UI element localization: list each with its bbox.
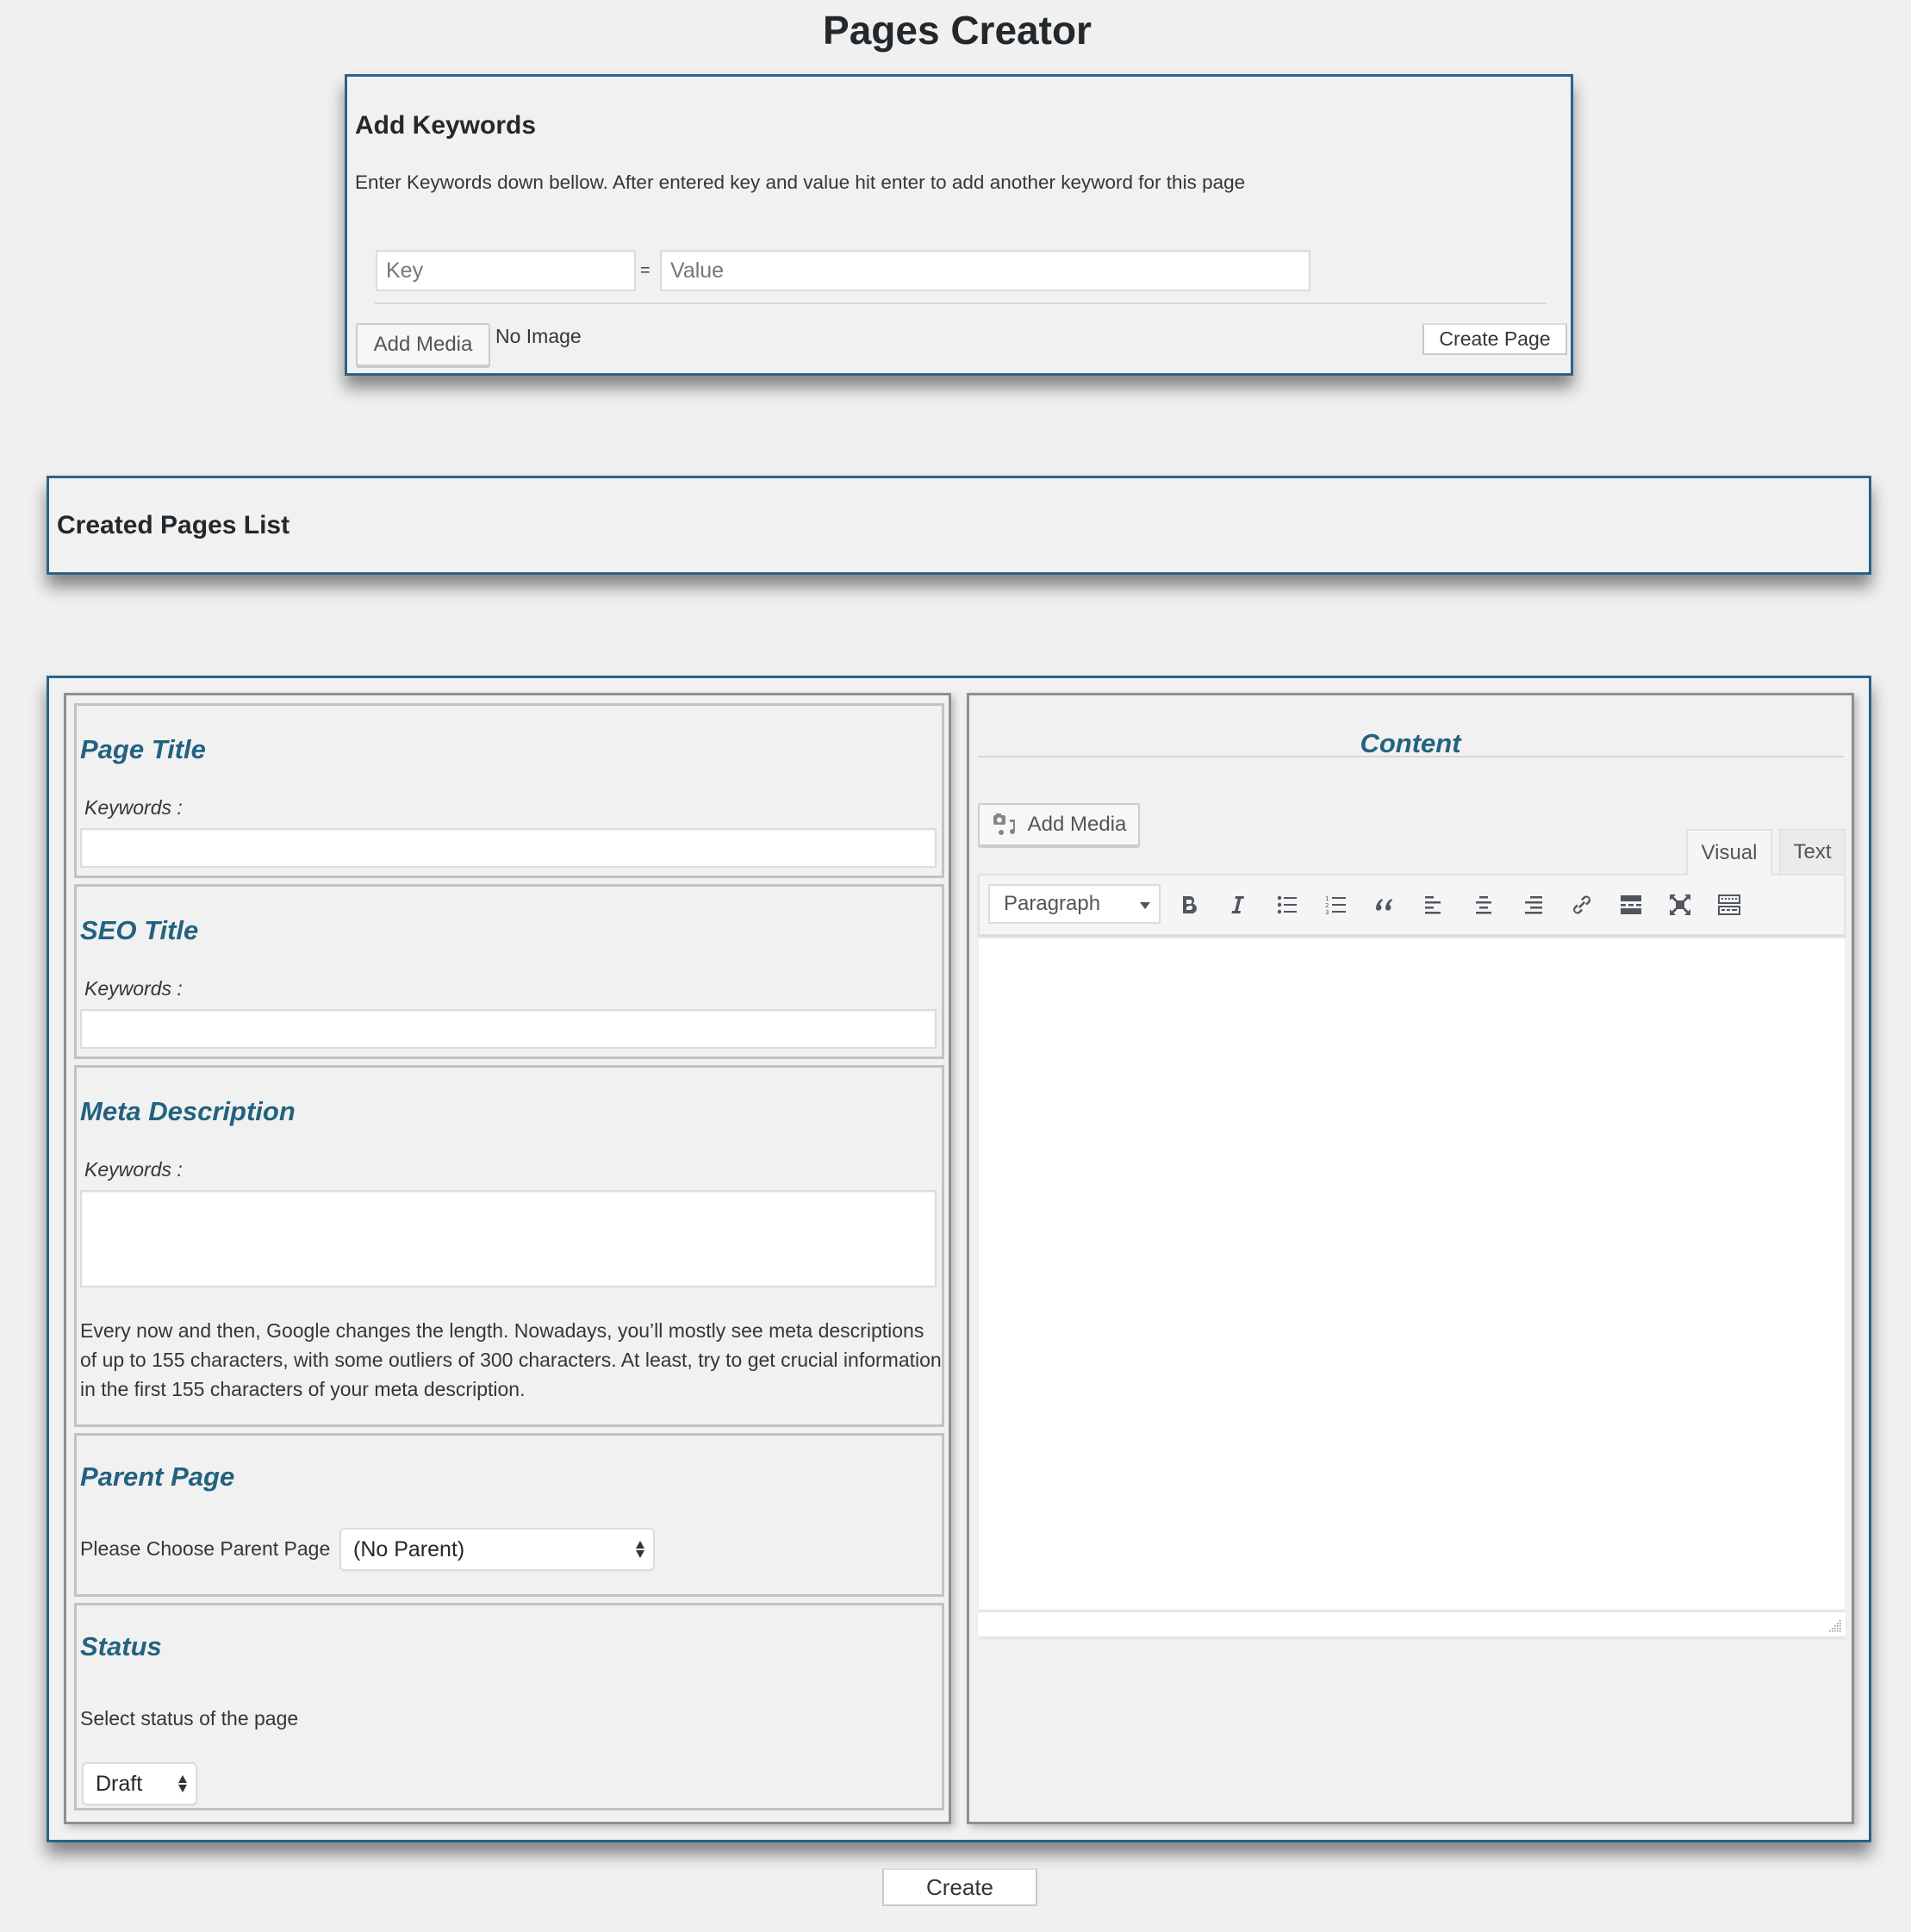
link-icon	[1573, 895, 1590, 914]
read-more-button[interactable]	[1614, 888, 1648, 922]
status-section: Status Select status of the page Draft	[74, 1603, 944, 1810]
create-page-button[interactable]: Create Page	[1422, 323, 1567, 355]
seo-title-heading: SEO Title	[80, 915, 199, 945]
bulleted-list-button[interactable]	[1270, 888, 1304, 922]
editor-add-media-button[interactable]: Add Media	[978, 803, 1140, 846]
align-right-button[interactable]	[1516, 888, 1550, 922]
key-value-separator: =	[640, 261, 650, 280]
page-title-heading: Page Title	[80, 734, 206, 764]
status-heading: Status	[80, 1631, 162, 1661]
parent-page-heading: Parent Page	[80, 1461, 235, 1492]
toolbar-toggle-button[interactable]	[1712, 888, 1746, 922]
align-left-button[interactable]	[1417, 888, 1452, 922]
page-title-section: Page Title Keywords :	[74, 703, 944, 878]
align-center-icon	[1476, 896, 1491, 914]
blockquote-icon	[1376, 899, 1392, 911]
status-label: Select status of the page	[80, 1707, 299, 1729]
status-select[interactable]: Draft	[82, 1762, 197, 1805]
blockquote-button[interactable]	[1368, 888, 1403, 922]
editor-add-media-label: Add Media	[1027, 813, 1127, 836]
page-title: Pages Creator	[823, 8, 1092, 53]
seo-title-input[interactable]	[80, 1009, 937, 1049]
add-keywords-panel: Add Keywords Enter Keywords down bellow.…	[345, 74, 1573, 376]
numbered-list-button[interactable]: 123	[1319, 888, 1354, 922]
editor-toolbar: Paragraph 123	[978, 874, 1846, 937]
resize-handle-icon[interactable]	[1828, 1619, 1842, 1633]
status-selected: Draft	[96, 1771, 143, 1796]
bold-button[interactable]	[1172, 888, 1206, 922]
svg-text:1: 1	[1325, 895, 1329, 902]
add-media-button[interactable]: Add Media	[356, 323, 490, 366]
parent-page-select[interactable]: (No Parent)	[339, 1528, 655, 1571]
bold-icon	[1183, 895, 1197, 914]
add-keywords-title: Add Keywords	[355, 111, 537, 140]
fullscreen-icon	[1670, 894, 1690, 915]
bulleted-list-icon	[1277, 895, 1297, 914]
content-editor-body[interactable]	[978, 938, 1846, 1609]
created-pages-list-title: Created Pages List	[57, 511, 290, 539]
page-title-keywords-label: Keywords :	[84, 796, 183, 819]
numbered-list-icon: 123	[1325, 895, 1346, 916]
create-button[interactable]: Create	[882, 1868, 1037, 1906]
keyword-value-input[interactable]	[660, 250, 1310, 291]
format-select[interactable]: Paragraph	[988, 884, 1161, 924]
format-selected: Paragraph	[1004, 892, 1101, 915]
tab-text[interactable]: Text	[1779, 829, 1846, 874]
tab-visual[interactable]: Visual	[1686, 829, 1772, 876]
svg-text:3: 3	[1325, 909, 1329, 916]
add-keywords-description: Enter Keywords down bellow. After entere…	[355, 171, 1246, 193]
seo-title-section: SEO Title Keywords :	[74, 884, 944, 1059]
italic-icon	[1231, 896, 1244, 913]
parent-page-label: Please Choose Parent Page	[80, 1537, 331, 1560]
select-arrows-icon	[178, 1775, 187, 1792]
toolbar-toggle-icon	[1718, 894, 1740, 915]
content-column: Content Add Media Visual Text Paragraph	[967, 693, 1854, 1824]
align-right-icon	[1525, 896, 1542, 914]
parent-page-section: Parent Page Please Choose Parent Page (N…	[74, 1433, 944, 1597]
content-heading: Content	[1360, 728, 1461, 758]
align-center-button[interactable]	[1466, 888, 1501, 922]
meta-description-keywords-label: Keywords :	[84, 1158, 183, 1181]
meta-description-heading: Meta Description	[80, 1096, 296, 1126]
select-arrows-icon	[636, 1541, 644, 1558]
editor-status-bar	[978, 1611, 1846, 1636]
meta-description-help-text: Every now and then, Google changes the l…	[80, 1319, 942, 1400]
parent-page-selected: (No Parent)	[353, 1536, 465, 1561]
insert-link-button[interactable]	[1565, 888, 1599, 922]
page-settings-column: Page Title Keywords : SEO Title Keywords…	[64, 693, 951, 1824]
align-left-icon	[1425, 896, 1441, 914]
fullscreen-button[interactable]	[1663, 888, 1697, 922]
created-pages-list-panel: Created Pages List	[47, 476, 1871, 575]
keyword-key-input[interactable]	[376, 250, 636, 291]
page-title-input[interactable]	[80, 828, 937, 868]
seo-title-keywords-label: Keywords :	[84, 977, 183, 1000]
media-icon	[993, 813, 1015, 835]
svg-text:2: 2	[1325, 902, 1329, 909]
read-more-icon	[1621, 895, 1641, 914]
divider	[978, 756, 1844, 757]
page-form-panel: Page Title Keywords : SEO Title Keywords…	[47, 676, 1871, 1842]
meta-description-section: Meta Description Keywords : Every now an…	[74, 1065, 944, 1427]
italic-button[interactable]	[1221, 888, 1255, 922]
divider	[375, 302, 1547, 304]
meta-description-textarea[interactable]	[80, 1190, 937, 1287]
no-image-text: No Image	[495, 325, 582, 347]
caret-down-icon	[1140, 902, 1150, 909]
